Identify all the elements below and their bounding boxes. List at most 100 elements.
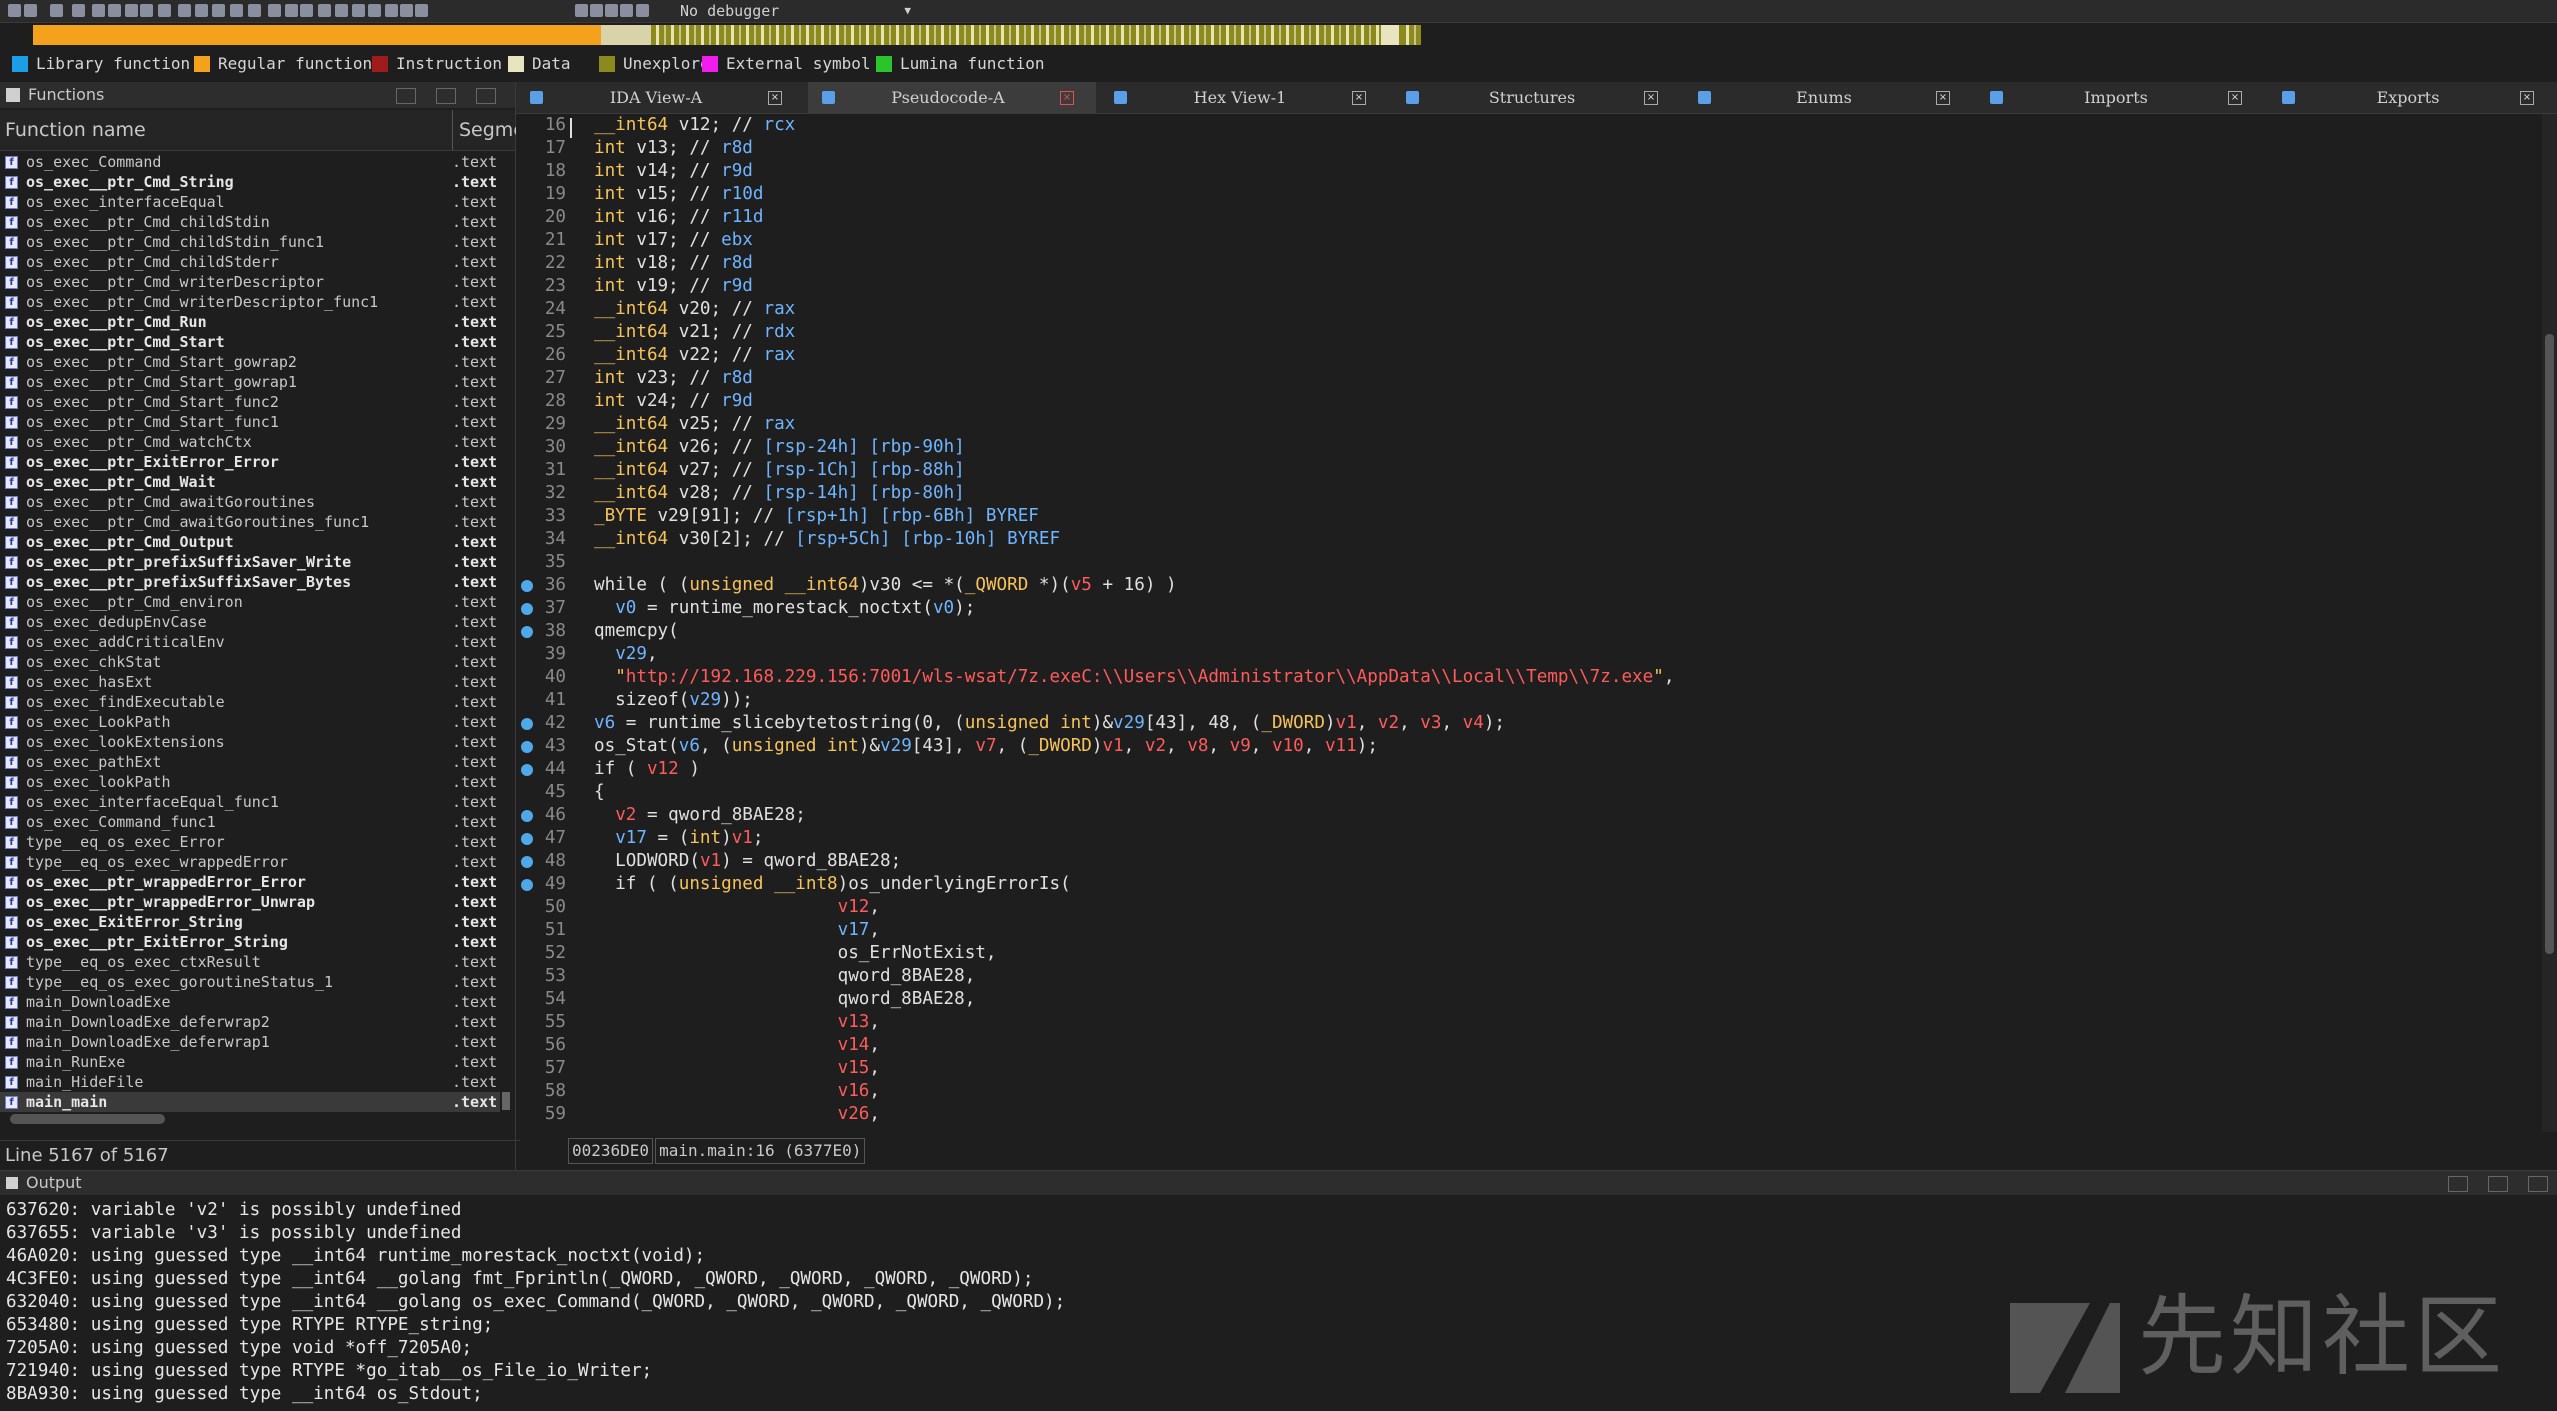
function-row[interactable]: f os_exec__ptr_Cmd_writerDescriptor .text xyxy=(0,272,500,292)
tab-close-icon[interactable]: × xyxy=(1936,91,1950,105)
function-row[interactable]: f os_exec_interfaceEqual .text xyxy=(0,192,500,212)
function-row[interactable]: f type__eq_os_exec_Error .text xyxy=(0,832,500,852)
function-row[interactable]: f os_exec__ptr_Cmd_String .text xyxy=(0,172,500,192)
toolbar-button-icon[interactable] xyxy=(605,4,618,17)
toolbar-button-icon[interactable] xyxy=(285,4,298,17)
debugger-select[interactable]: No debugger ▼ xyxy=(680,2,915,20)
toolbar-button-icon[interactable] xyxy=(620,4,633,17)
toolbar-button-icon[interactable] xyxy=(352,4,365,17)
toolbar-button-icon[interactable] xyxy=(24,4,37,17)
function-row[interactable]: f os_exec_hasExt .text xyxy=(0,672,500,692)
function-row[interactable]: f os_exec__ptr_Cmd_Start_func1 .text xyxy=(0,412,500,432)
toolbar-button-icon[interactable] xyxy=(50,4,63,17)
function-row[interactable]: f os_exec__ptr_Cmd_Run .text xyxy=(0,312,500,332)
toolbar-button-icon[interactable] xyxy=(195,4,208,17)
toolbar-button-icon[interactable] xyxy=(108,4,121,17)
functions-vertical-scrollbar[interactable] xyxy=(502,1092,510,1110)
function-row[interactable]: f os_exec__ptr_Cmd_Output .text xyxy=(0,532,500,552)
toolbar-button-icon[interactable] xyxy=(248,4,261,17)
functions-horizontal-scrollbar[interactable] xyxy=(10,1114,165,1124)
function-row[interactable]: f main_RunExe .text xyxy=(0,1052,500,1072)
toolbar-button-icon[interactable] xyxy=(368,4,381,17)
toolbar-button-icon[interactable] xyxy=(636,4,649,17)
function-row[interactable]: f os_exec__ptr_Cmd_childStdin .text xyxy=(0,212,500,232)
toolbar-button-icon[interactable] xyxy=(140,4,153,17)
toolbar-button-icon[interactable] xyxy=(212,4,225,17)
function-row[interactable]: f os_exec_pathExt .text xyxy=(0,752,500,772)
function-row[interactable]: f os_exec__ptr_Cmd_childStdin_func1 .text xyxy=(0,232,500,252)
pseudocode-vertical-scrollbar[interactable] xyxy=(2542,114,2557,1132)
tab-close-icon[interactable]: × xyxy=(1060,91,1074,105)
toolbar-button-icon[interactable] xyxy=(415,4,428,17)
pane-float-button[interactable] xyxy=(396,88,416,104)
column-function-name[interactable]: Function name xyxy=(5,110,146,150)
function-row[interactable]: f os_exec__ptr_Cmd_awaitGoroutines_func1.… xyxy=(0,512,500,532)
function-row[interactable]: f type__eq_os_exec_wrappedError .text xyxy=(0,852,500,872)
function-row[interactable]: f os_exec__ptr_Cmd_writerDescriptor_func1… xyxy=(0,292,500,312)
function-row[interactable]: f os_exec_Command_func1 .text xyxy=(0,812,500,832)
function-row[interactable]: f os_exec_chkStat .text xyxy=(0,652,500,672)
toolbar-button-icon[interactable] xyxy=(268,4,281,17)
function-row[interactable]: f os_exec_lookPath .text xyxy=(0,772,500,792)
function-row[interactable]: f os_exec_dedupEnvCase .text xyxy=(0,612,500,632)
pane-restore-button[interactable] xyxy=(436,88,456,104)
tab-ida-view-a[interactable]: IDA View-A × xyxy=(516,82,804,113)
function-row[interactable]: f os_exec__ptr_Cmd_childStderr .text xyxy=(0,252,500,272)
function-row[interactable]: f os_exec_LookPath .text xyxy=(0,712,500,732)
function-row[interactable]: f main_DownloadExe .text xyxy=(0,992,500,1012)
toolbar-button-icon[interactable] xyxy=(8,4,21,17)
function-row[interactable]: f os_exec_addCriticalEnv .text xyxy=(0,632,500,652)
function-row[interactable]: f os_exec__ptr_Cmd_watchCtx .text xyxy=(0,432,500,452)
toolbar-button-icon[interactable] xyxy=(400,4,413,17)
function-row[interactable]: f os_exec__ptr_ExitError_Error .text xyxy=(0,452,500,472)
tab-close-icon[interactable]: × xyxy=(2520,91,2534,105)
function-row[interactable]: f os_exec__ptr_wrappedError_Error .text xyxy=(0,872,500,892)
pane-close-button[interactable] xyxy=(476,88,496,104)
toolbar-button-icon[interactable] xyxy=(575,4,588,17)
function-row[interactable]: f main_HideFile .text xyxy=(0,1072,500,1092)
function-row[interactable]: f os_exec__ptr_prefixSuffixSaver_Bytes .te… xyxy=(0,572,500,592)
function-row[interactable]: f os_exec__ptr_Cmd_Start .text xyxy=(0,332,500,352)
scrollbar-thumb[interactable] xyxy=(2545,334,2554,954)
tab-structures[interactable]: Structures × xyxy=(1392,82,1680,113)
function-row[interactable]: f os_exec_lookExtensions .text xyxy=(0,732,500,752)
function-row[interactable]: f type__eq_os_exec_goroutineStatus_1 .text xyxy=(0,972,500,992)
function-row[interactable]: f os_exec__ptr_Cmd_Wait .text xyxy=(0,472,500,492)
pseudocode-view[interactable]: 16 __int64 v12; // rcx 17 int v13; // r8d 18… xyxy=(516,114,2541,1132)
toolbar-button-icon[interactable] xyxy=(335,4,348,17)
tab-close-icon[interactable]: × xyxy=(2228,91,2242,105)
column-segment[interactable]: Segment xyxy=(452,110,519,150)
function-row[interactable]: f os_exec__ptr_Cmd_awaitGoroutines .text xyxy=(0,492,500,512)
function-row[interactable]: f os_exec__ptr_Cmd_Start_gowrap1 .text xyxy=(0,372,500,392)
toolbar-button-icon[interactable] xyxy=(318,4,331,17)
function-row[interactable]: f os_exec__ptr_wrappedError_Unwrap .text xyxy=(0,892,500,912)
toolbar-button-icon[interactable] xyxy=(178,4,191,17)
tab-close-icon[interactable]: × xyxy=(1352,91,1366,105)
tab-close-icon[interactable]: × xyxy=(768,91,782,105)
function-row[interactable]: f os_exec__ptr_prefixSuffixSaver_Write .te… xyxy=(0,552,500,572)
tab-pseudocode-a[interactable]: Pseudocode-A × xyxy=(808,82,1096,113)
toolbar-button-icon[interactable] xyxy=(590,4,603,17)
tab-imports[interactable]: Imports × xyxy=(1976,82,2264,113)
toolbar-button-icon[interactable] xyxy=(300,4,313,17)
function-row[interactable]: f main_DownloadExe_deferwrap1 .text xyxy=(0,1032,500,1052)
function-row[interactable]: f os_exec_interfaceEqual_func1 .text xyxy=(0,792,500,812)
output-restore-button[interactable] xyxy=(2488,1176,2508,1192)
function-row[interactable]: f os_exec__ptr_Cmd_environ .text xyxy=(0,592,500,612)
navigation-band[interactable] xyxy=(33,25,1421,45)
toolbar-button-icon[interactable] xyxy=(230,4,243,17)
toolbar-button-icon[interactable] xyxy=(125,4,138,17)
tab-exports[interactable]: Exports × xyxy=(2268,82,2556,113)
output-float-button[interactable] xyxy=(2448,1176,2468,1192)
function-row[interactable]: f main_main .text xyxy=(0,1092,500,1112)
tab-close-icon[interactable]: × xyxy=(1644,91,1658,105)
toolbar-button-icon[interactable] xyxy=(72,4,85,17)
function-row[interactable]: f os_exec__ptr_Cmd_Start_gowrap2 .text xyxy=(0,352,500,372)
function-row[interactable]: f os_exec__ptr_Cmd_Start_func2 .text xyxy=(0,392,500,412)
function-row[interactable]: f os_exec_Command .text xyxy=(0,152,500,172)
tab-hex-view-1[interactable]: Hex View-1 × xyxy=(1100,82,1388,113)
function-row[interactable]: f main_DownloadExe_deferwrap2 .text xyxy=(0,1012,500,1032)
toolbar-button-icon[interactable] xyxy=(385,4,398,17)
function-row[interactable]: f os_exec_findExecutable .text xyxy=(0,692,500,712)
toolbar-button-icon[interactable] xyxy=(92,4,105,17)
